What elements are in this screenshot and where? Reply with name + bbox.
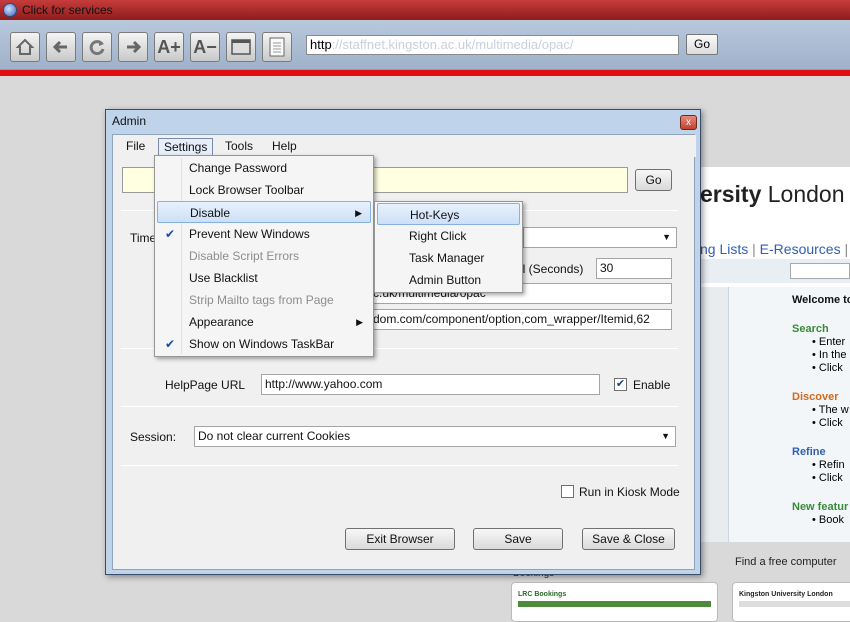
submenu-item-right-click[interactable]: Right Click xyxy=(377,225,520,247)
dialog-title: Admin xyxy=(112,114,147,128)
window-titlebar: Click for services xyxy=(0,0,850,20)
thumb-title: LRC Bookings xyxy=(518,591,567,598)
list-item: • In the xyxy=(812,349,847,361)
enable-checkbox[interactable]: ✔ xyxy=(614,378,627,391)
find-computer-caption: Find a free computer xyxy=(735,556,837,568)
menu-item-disable-script-errors: Disable Script Errors xyxy=(189,249,300,263)
screen-icon[interactable] xyxy=(226,32,256,62)
nav-link[interactable]: E-Resources xyxy=(760,241,841,257)
menu-help[interactable]: Help xyxy=(267,138,302,154)
close-icon[interactable]: x xyxy=(680,115,697,130)
menu-tools[interactable]: Tools xyxy=(220,138,258,154)
save-button[interactable]: Save xyxy=(473,528,563,550)
list-item: • Enter xyxy=(812,336,846,348)
interval-label: al (Seconds) xyxy=(516,262,584,276)
list-item: • Click xyxy=(812,362,843,374)
site-nav: ng Lists | E-Resources | S xyxy=(700,241,849,257)
url-prefix: http xyxy=(310,37,332,52)
chevron-down-icon: ▼ xyxy=(661,431,670,441)
site-brand: ersity London xyxy=(700,181,845,207)
list-item: • Click xyxy=(812,417,843,429)
timeout-dropdown[interactable]: ▼ xyxy=(523,227,677,248)
admin-go-button[interactable]: Go xyxy=(635,169,672,191)
refresh-icon[interactable] xyxy=(82,32,112,62)
nav-link[interactable]: ng Lists xyxy=(700,241,748,257)
check-icon: ✔ xyxy=(165,227,176,241)
settings-menu: Change Password Lock Browser Toolbar Dis… xyxy=(154,155,374,357)
menu-settings[interactable]: Settings xyxy=(158,138,214,155)
wrapper-url-input[interactable]: dom.com/component/option,com_wrapper/Ite… xyxy=(369,309,672,330)
list-item: • Refin xyxy=(812,459,845,471)
menu-file[interactable]: File xyxy=(121,138,150,154)
kiosk-label: Run in Kiosk Mode xyxy=(579,485,680,499)
section-heading: New featur xyxy=(792,501,849,513)
menu-item-lock-toolbar[interactable]: Lock Browser Toolbar xyxy=(157,179,371,201)
app-globe-icon xyxy=(3,3,17,17)
enable-label: Enable xyxy=(633,378,671,392)
background-webpage: ersity London ng Lists | E-Resources | S… xyxy=(700,167,850,542)
helppage-input[interactable]: http://www.yahoo.com xyxy=(261,374,600,395)
divider xyxy=(121,465,678,466)
url-rest: ://staffnet.kingston.ac.uk/multimedia/op… xyxy=(331,37,574,52)
thumb-bar xyxy=(518,601,711,607)
list-item: • The w xyxy=(812,404,849,416)
site-sidebar xyxy=(700,287,728,542)
window-title: Click for services xyxy=(22,3,113,17)
forward-arrow-icon[interactable] xyxy=(118,32,148,62)
divider xyxy=(121,406,678,407)
session-value: Do not clear current Cookies xyxy=(198,429,351,443)
welcome-heading: Welcome to xyxy=(792,294,850,306)
exit-browser-button[interactable]: Exit Browser xyxy=(345,528,455,550)
font-increase-icon[interactable]: A+ xyxy=(154,32,184,62)
submenu-item-hot-keys[interactable]: Hot-Keys xyxy=(377,203,520,225)
font-decrease-icon[interactable]: A− xyxy=(190,32,220,62)
submenu-arrow-icon: ▶ xyxy=(356,317,363,327)
submenu-arrow-icon: ▶ xyxy=(355,208,362,218)
session-dropdown[interactable]: Do not clear current Cookies ▼ xyxy=(194,426,676,447)
session-label: Session: xyxy=(130,430,177,444)
home-icon[interactable] xyxy=(10,32,40,62)
section-heading: Discover xyxy=(792,391,839,403)
thumb-title: Kingston University London xyxy=(739,591,833,598)
menu-item-prevent-new-windows[interactable]: ✔ Prevent New Windows xyxy=(157,223,371,245)
helppage-label: HelpPage URL xyxy=(165,378,246,392)
menu-item-show-taskbar[interactable]: ✔ Show on Windows TaskBar xyxy=(157,333,371,355)
dialog-menubar: File Settings Tools Help xyxy=(113,135,696,157)
disable-submenu: Hot-Keys Right Click Task Manager Admin … xyxy=(374,201,523,293)
kiosk-checkbox[interactable] xyxy=(561,485,574,498)
check-icon: ✔ xyxy=(165,337,176,351)
list-item: • Click xyxy=(812,472,843,484)
bookings-thumbnail[interactable]: LRC Bookings xyxy=(511,582,718,622)
toolbar-accent-bar xyxy=(0,70,850,76)
computer-thumbnail[interactable]: Kingston University London xyxy=(732,582,850,622)
back-arrow-icon[interactable] xyxy=(46,32,76,62)
menu-item-change-password[interactable]: Change Password xyxy=(157,157,371,179)
interval-input[interactable]: 30 xyxy=(596,258,672,279)
menu-item-strip-mailto: Strip Mailto tags from Page xyxy=(189,293,334,307)
address-go-button[interactable]: Go xyxy=(686,34,718,55)
submenu-item-task-manager[interactable]: Task Manager xyxy=(377,247,520,269)
chevron-down-icon: ▼ xyxy=(662,232,671,242)
section-heading: Refine xyxy=(792,446,826,458)
list-item: • Book xyxy=(812,514,844,526)
notepad-icon[interactable] xyxy=(262,32,292,62)
save-close-button[interactable]: Save & Close xyxy=(582,528,675,550)
menu-item-appearance[interactable]: Appearance ▶ xyxy=(157,311,371,333)
menu-item-disable[interactable]: Disable ▶ xyxy=(157,201,371,223)
thumb-bar xyxy=(739,601,850,607)
site-search-input[interactable] xyxy=(790,263,850,279)
menu-item-use-blacklist[interactable]: Use Blacklist xyxy=(157,267,371,289)
section-heading: Search xyxy=(792,323,829,335)
submenu-item-admin-button[interactable]: Admin Button xyxy=(377,269,520,291)
address-bar[interactable]: http://staffnet.kingston.ac.uk/multimedi… xyxy=(306,35,679,55)
